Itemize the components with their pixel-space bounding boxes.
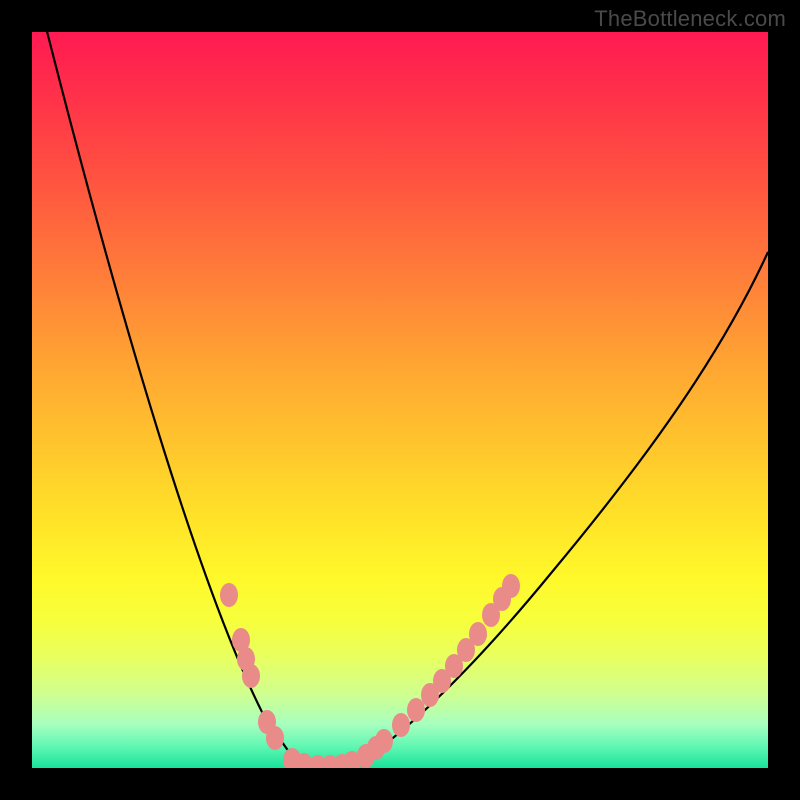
data-dot [266,726,284,750]
chart-frame: TheBottleneck.com [0,0,800,800]
data-dot [407,698,425,722]
plot-area [32,32,768,768]
data-dots-layer [32,32,768,768]
data-dot [242,664,260,688]
data-dot [392,713,410,737]
data-dot [502,574,520,598]
data-dot [469,622,487,646]
data-dots-group [220,574,520,768]
data-dot [375,729,393,753]
watermark-label: TheBottleneck.com [594,6,786,32]
data-dot [220,583,238,607]
